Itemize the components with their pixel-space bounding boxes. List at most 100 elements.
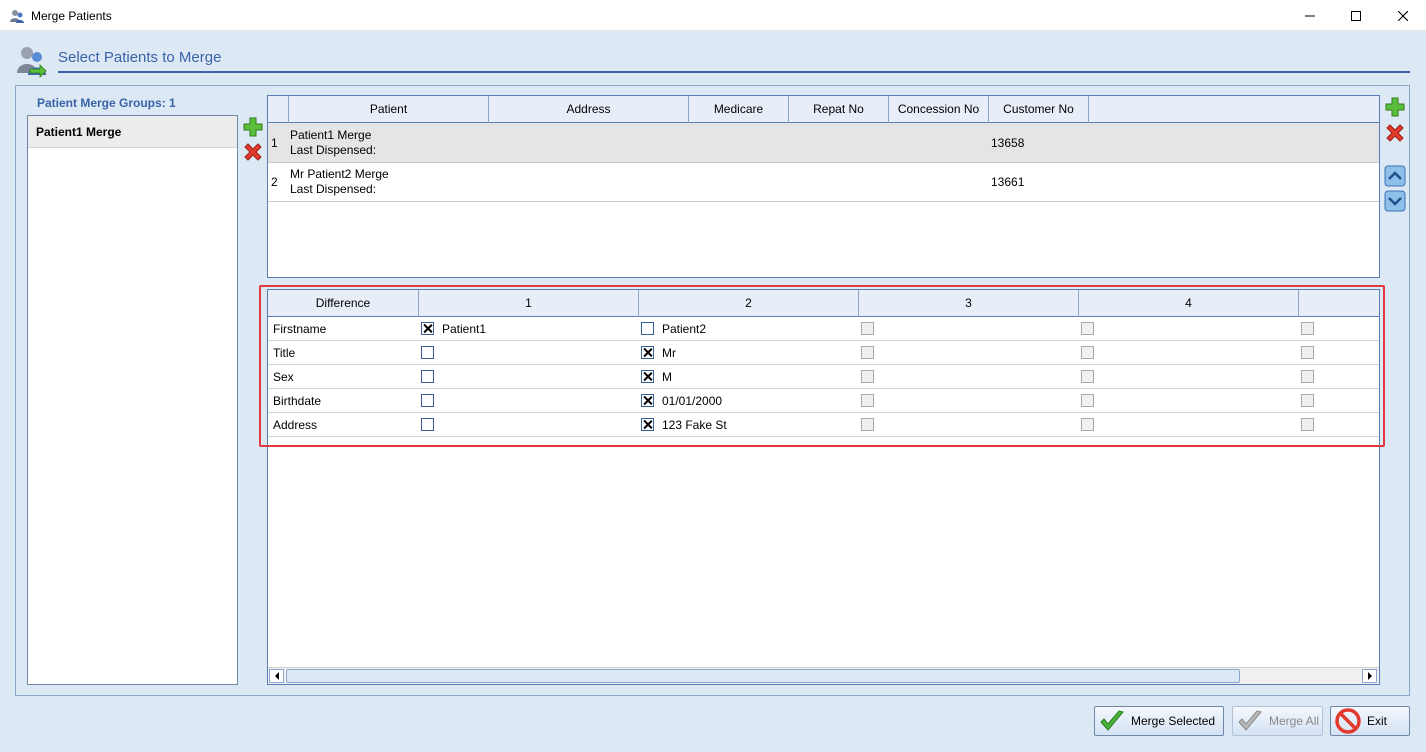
checkbox-4: [1081, 346, 1094, 359]
value-2: Patient2: [662, 322, 707, 336]
column-header-4[interactable]: 4: [1079, 290, 1299, 317]
checkbox-1[interactable]: [421, 322, 434, 335]
groups-count-label: Patient Merge Groups: 1: [37, 96, 176, 110]
column-header-address[interactable]: Address: [489, 96, 689, 123]
column-header-medicare[interactable]: Medicare: [689, 96, 789, 123]
add-patient-button[interactable]: [1383, 95, 1407, 119]
merge-all-label: Merge All: [1269, 714, 1320, 728]
chevron-down-icon: [1384, 190, 1406, 212]
table-row[interactable]: 2 Mr Patient2 Merge Last Dispensed: 1366…: [268, 163, 1379, 202]
chevron-up-icon: [1384, 165, 1406, 187]
patient-name-cell: Mr Patient2 Merge Last Dispensed:: [290, 167, 389, 197]
differences-panel: Difference 1 2 3 4 Firstname Patient1 Pa…: [267, 289, 1380, 685]
customer-no: 13661: [991, 175, 1025, 189]
column-header-3[interactable]: 3: [859, 290, 1079, 317]
no-entry-icon: [1335, 708, 1361, 734]
checkbox-2[interactable]: [641, 394, 654, 407]
value-2: 123 Fake St: [662, 418, 727, 432]
value-2: M: [662, 370, 672, 384]
checkbox-4: [1081, 418, 1094, 431]
checkmark-icon: [1100, 710, 1124, 731]
checkbox-1[interactable]: [421, 394, 434, 407]
checkbox-4: [1081, 322, 1094, 335]
checkbox-3: [861, 370, 874, 383]
column-header-difference[interactable]: Difference: [268, 290, 419, 317]
horizontal-scrollbar[interactable]: [268, 667, 1379, 684]
chevron-left-icon: [274, 672, 279, 680]
checkmark-icon: [1238, 710, 1262, 731]
patient-name-cell: Patient1 Merge Last Dispensed:: [290, 128, 376, 158]
difference-row-firstname: Firstname Patient1 Patient2: [268, 317, 1379, 341]
checkbox-5: [1301, 346, 1314, 359]
column-header-patient[interactable]: Patient: [289, 96, 489, 123]
row-index: 1: [271, 136, 278, 150]
merge-all-button[interactable]: Merge All: [1232, 706, 1323, 736]
checkbox-4: [1081, 370, 1094, 383]
plus-icon: [1385, 97, 1405, 117]
list-item[interactable]: Patient1 Merge: [28, 116, 237, 148]
maximize-icon: [1351, 10, 1361, 21]
title-bar: Merge Patients: [0, 0, 1426, 31]
exit-label: Exit: [1367, 714, 1388, 728]
difference-row-address: Address 123 Fake St: [268, 413, 1379, 437]
value-1: Patient1: [442, 322, 487, 336]
remove-patient-button[interactable]: [1383, 121, 1407, 145]
close-icon: [1398, 10, 1408, 21]
add-group-button[interactable]: [241, 115, 265, 139]
difference-row-title: Title Mr: [268, 341, 1379, 365]
delete-x-icon: [244, 143, 262, 161]
merge-selected-label: Merge Selected: [1131, 714, 1216, 728]
checkbox-5: [1301, 418, 1314, 431]
checkbox-2[interactable]: [641, 346, 654, 359]
checkbox-1[interactable]: [421, 370, 434, 383]
checkbox-2[interactable]: [641, 370, 654, 383]
app-icon: [10, 10, 24, 23]
delete-x-icon: [1386, 124, 1404, 142]
checkbox-5: [1301, 322, 1314, 335]
column-header-2[interactable]: 2: [639, 290, 859, 317]
exit-button[interactable]: Exit: [1330, 706, 1410, 736]
merge-patients-icon: [17, 47, 47, 78]
scroll-right-button[interactable]: [1362, 669, 1377, 683]
field-label: Birthdate: [273, 394, 322, 408]
merge-selected-button[interactable]: Merge Selected: [1094, 706, 1224, 736]
row-index: 2: [271, 175, 278, 189]
checkbox-5: [1301, 370, 1314, 383]
differences-grid-header: Difference 1 2 3 4: [268, 290, 1379, 317]
remove-group-button[interactable]: [241, 140, 265, 164]
checkbox-4: [1081, 394, 1094, 407]
row-indicator-header: [268, 96, 289, 123]
field-label: Firstname: [273, 322, 327, 336]
merge-groups-list[interactable]: Patient1 Merge: [27, 115, 238, 685]
table-row[interactable]: 1 Patient1 Merge Last Dispensed: 13658: [268, 123, 1379, 163]
move-up-button[interactable]: [1383, 164, 1407, 188]
scrollbar-thumb[interactable]: [286, 669, 1240, 683]
customer-no: 13658: [991, 136, 1025, 150]
checkbox-3: [861, 418, 874, 431]
patient-name: Mr Patient2 Merge: [290, 167, 389, 181]
move-down-button[interactable]: [1383, 189, 1407, 213]
checkbox-1[interactable]: [421, 418, 434, 431]
close-button[interactable]: [1380, 0, 1426, 31]
field-label: Address: [273, 418, 318, 432]
column-header-1[interactable]: 1: [419, 290, 639, 317]
checkbox-2[interactable]: [641, 322, 654, 335]
column-header-repat-no[interactable]: Repat No: [789, 96, 889, 123]
checkbox-3: [861, 394, 874, 407]
minimize-button[interactable]: [1287, 0, 1333, 31]
chevron-right-icon: [1367, 672, 1372, 680]
last-dispensed: Last Dispensed:: [290, 182, 377, 196]
patients-grid[interactable]: Patient Address Medicare Repat No Conces…: [267, 95, 1380, 278]
scroll-left-button[interactable]: [269, 669, 284, 683]
value-2: 01/01/2000: [662, 394, 723, 408]
checkbox-5: [1301, 394, 1314, 407]
column-header-concession-no[interactable]: Concession No: [889, 96, 989, 123]
maximize-button[interactable]: [1333, 0, 1379, 31]
column-header-customer-no[interactable]: Customer No: [989, 96, 1089, 123]
header-divider: [58, 71, 1410, 73]
checkbox-2[interactable]: [641, 418, 654, 431]
checkbox-1[interactable]: [421, 346, 434, 359]
checkbox-3: [861, 322, 874, 335]
field-label: Title: [273, 346, 296, 360]
last-dispensed: Last Dispensed:: [290, 143, 377, 157]
